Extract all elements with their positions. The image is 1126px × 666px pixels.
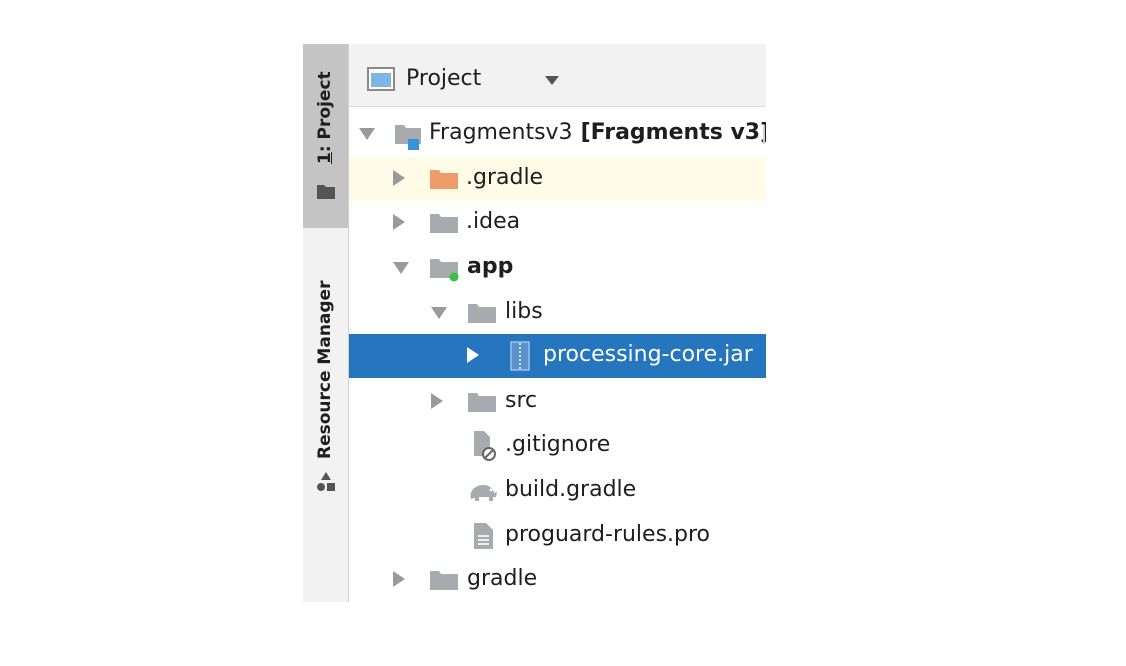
tree-item-label: .gradle: [466, 165, 544, 190]
folder-icon: [317, 185, 335, 199]
tab-project-label: 1: Project: [315, 71, 335, 164]
expand-arrow-icon[interactable]: [393, 262, 409, 274]
folder-icon: [430, 571, 458, 590]
resource-manager-icon: [317, 472, 335, 491]
tree-item[interactable]: gradle: [349, 558, 766, 602]
expand-arrow-icon[interactable]: [393, 170, 405, 186]
folder-icon: [468, 304, 496, 323]
tree-item[interactable]: app: [349, 246, 766, 290]
tool-window-strip: 1: Project Resource Manager: [303, 44, 349, 602]
tree-item-label: processing-core.jar: [543, 342, 753, 367]
view-mode-selector[interactable]: Project: [406, 66, 481, 91]
chevron-down-icon[interactable]: [545, 76, 559, 85]
tab-project[interactable]: 1: Project: [303, 44, 348, 228]
folder-icon: [430, 170, 458, 189]
tab-resource-manager-label: Resource Manager: [315, 280, 335, 459]
expand-arrow-icon[interactable]: [431, 393, 443, 409]
tree-item-label: .idea: [466, 209, 521, 234]
tree-item-selected[interactable]: processing-core.jar: [349, 334, 766, 378]
tree-item-label: build.gradle: [505, 477, 637, 502]
tree-item[interactable]: src: [349, 380, 766, 424]
separator: [763, 126, 765, 144]
tree-item-label: .gitignore: [505, 432, 611, 457]
tab-resource-manager[interactable]: Resource Manager: [303, 234, 348, 504]
expand-arrow-icon[interactable]: [393, 571, 405, 587]
root-name: Fragmentsv3: [429, 120, 573, 145]
module-folder-icon: [430, 259, 459, 282]
tree-item-label: gradle: [467, 566, 538, 591]
tree-item-label: app: [467, 254, 514, 279]
tree-item-label: libs: [505, 299, 543, 324]
tree-item-label: src: [505, 388, 538, 413]
project-window-icon: [367, 67, 395, 91]
tree-item[interactable]: proguard-rules.pro: [349, 514, 766, 558]
tree-item-label: proguard-rules.pro: [505, 522, 711, 547]
project-view-header: Project: [349, 44, 766, 107]
module-name: [Fragments v3]: [580, 120, 766, 145]
tree-item[interactable]: .idea: [349, 201, 766, 245]
project-tool-window: 1: Project Resource Manager Project Frag…: [303, 44, 766, 602]
expand-arrow-icon[interactable]: [467, 347, 479, 363]
tree-item[interactable]: build.gradle: [349, 469, 766, 513]
expand-arrow-icon[interactable]: [393, 214, 405, 230]
gradle-elephant-icon: [470, 485, 497, 501]
tree-item[interactable]: .gitignore: [349, 424, 766, 468]
module-folder-icon: [395, 125, 421, 150]
tree-root[interactable]: Fragmentsv3 [Fragments v3]: [349, 112, 766, 156]
tree-item[interactable]: .gradle: [349, 157, 766, 201]
tree-item[interactable]: libs: [349, 291, 766, 335]
folder-icon: [468, 393, 496, 412]
ignore-file-icon: [474, 431, 496, 461]
expand-arrow-icon[interactable]: [431, 307, 447, 319]
text-file-icon: [474, 523, 493, 549]
folder-icon: [430, 214, 458, 233]
expand-arrow-icon[interactable]: [359, 128, 375, 140]
jar-icon: [510, 341, 530, 371]
